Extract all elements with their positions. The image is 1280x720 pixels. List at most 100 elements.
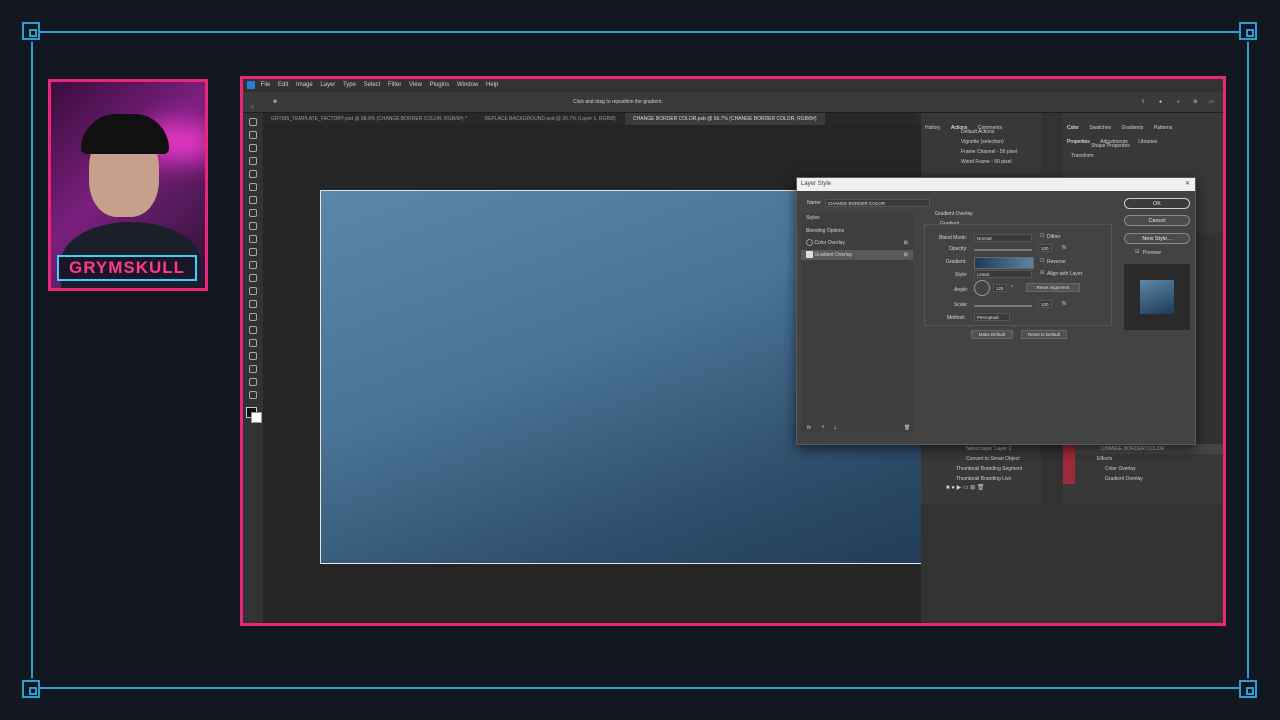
action-wood-frame[interactable]: Wood Frame - 50 pixel [921, 157, 1041, 167]
opacity-slider[interactable] [974, 249, 1032, 251]
frame-tool[interactable] [249, 183, 257, 191]
menu-filter[interactable]: Filter [388, 82, 401, 88]
new-style-button[interactable]: New Style... [1124, 233, 1190, 244]
blending-options[interactable]: Blending Options [801, 226, 913, 236]
tab-libraries[interactable]: Libraries [1138, 139, 1157, 145]
frame-corner-tl [22, 22, 40, 40]
style-color-overlay[interactable]: Color Overlay ⊞ [801, 238, 913, 248]
action-frame-channel[interactable]: Frame Channel - 50 pixel [921, 147, 1041, 157]
layer-row-change-border-color[interactable]: CHANGE BORDER COLOR [1063, 444, 1223, 454]
reset-alignment-button[interactable]: Reset Alignment [1026, 283, 1080, 292]
preview-checkbox[interactable]: ☑ [1135, 249, 1139, 255]
type-tool[interactable] [249, 326, 257, 334]
home-icon[interactable]: ⌂ [251, 97, 260, 110]
marquee-tool[interactable] [249, 131, 257, 139]
angle-field[interactable]: 125 [993, 284, 1007, 292]
align-checkbox[interactable]: ☑ [1040, 270, 1044, 276]
tab-history[interactable]: History [925, 125, 941, 131]
blend-mode-label: Blend Mode: [939, 235, 968, 241]
crop-tool[interactable] [249, 170, 257, 178]
checkbox-color-overlay[interactable] [806, 239, 813, 247]
tab-properties[interactable]: Properties [1067, 139, 1090, 145]
move-down-icon[interactable]: ⇣ [833, 425, 837, 431]
add-gradient-overlay-icon[interactable]: ⊞ [904, 250, 908, 260]
lasso-tool[interactable] [249, 144, 257, 152]
layer-effects[interactable]: Effects [1063, 454, 1223, 464]
style-gradient-overlay[interactable]: Gradient Overlay ⊞ [801, 250, 913, 260]
checkbox-gradient-overlay[interactable] [806, 251, 813, 259]
shape-tool[interactable] [249, 352, 257, 360]
notifications-icon[interactable]: ● [1159, 92, 1162, 112]
tab-template-factory[interactable]: GRYMS_TEMPLATE_FACTORY.psd @ 98.9% (CHAN… [263, 113, 475, 125]
style-label: Style: [955, 272, 968, 278]
angle-dial[interactable] [974, 280, 990, 296]
eraser-tool[interactable] [249, 261, 257, 269]
menu-image[interactable]: Image [296, 82, 313, 88]
more-tools[interactable] [249, 391, 257, 399]
zoom-tool[interactable] [249, 378, 257, 386]
tab-replace-background[interactable]: REPLACE BACKGROUND.psd @ 20.7% (Layer 1,… [476, 113, 623, 125]
cancel-button[interactable]: Cancel [1124, 215, 1190, 226]
path-select-tool[interactable] [249, 339, 257, 347]
menu-select[interactable]: Select [364, 82, 381, 88]
healing-tool[interactable] [249, 209, 257, 217]
color-swatches[interactable] [246, 407, 262, 423]
trash-icon[interactable]: 🗑 [904, 425, 910, 431]
reverse-checkbox[interactable]: ☐ [1040, 258, 1044, 264]
history-brush-tool[interactable] [249, 248, 257, 256]
scale-slider[interactable] [974, 305, 1032, 307]
scale-field[interactable]: 100 [1038, 300, 1052, 308]
reset-default-button[interactable]: Reset to Default [1021, 330, 1067, 339]
opacity-percent: % [1062, 245, 1067, 251]
workspace-icon[interactable]: ▭ [1209, 92, 1214, 112]
tools-panel [243, 113, 263, 623]
move-tool[interactable] [249, 118, 257, 126]
magic-wand-tool[interactable] [249, 157, 257, 165]
blend-mode-select[interactable]: Normal [974, 234, 1032, 242]
menu-help[interactable]: Help [486, 82, 498, 88]
style-select[interactable]: Linear [974, 270, 1032, 278]
method-select[interactable]: Perceptual [974, 313, 1010, 321]
gear-icon[interactable]: ⚙ [1193, 92, 1197, 112]
layer-effect-gradient-overlay[interactable]: Gradient Overlay [1063, 474, 1223, 484]
move-up-icon[interactable]: ⇡ [821, 425, 825, 431]
search-icon[interactable]: ⌕ [1177, 92, 1180, 112]
gradient-preview[interactable] [974, 257, 1034, 269]
frame-bottom-line [40, 687, 1240, 689]
menu-plugins[interactable]: Plugins [430, 82, 450, 88]
hand-tool[interactable] [249, 365, 257, 373]
share-icon[interactable]: ⇪ [1141, 92, 1145, 112]
brush-tool[interactable] [249, 222, 257, 230]
name-label: Name: [807, 200, 822, 206]
close-icon[interactable]: ✕ [1185, 178, 1190, 191]
styles-header[interactable]: Styles [801, 213, 913, 223]
opacity-field[interactable]: 100 [1038, 244, 1052, 252]
tab-change-border-color[interactable]: CHANGE BORDER COLOR.psb @ 66.7% (CHANGE … [625, 113, 825, 125]
eyedropper-tool[interactable] [249, 196, 257, 204]
action-branding-segment[interactable]: Thumbnail Branding Segment [921, 464, 1041, 474]
menu-file[interactable]: File [261, 82, 271, 88]
menu-layer[interactable]: Layer [320, 82, 335, 88]
menu-view[interactable]: View [409, 82, 422, 88]
blur-tool[interactable] [249, 287, 257, 295]
action-convert-smart-object[interactable]: Convert to Smart Object [921, 454, 1041, 464]
action-controls[interactable]: ■ ● ▶ ▭ ⊞ 🗑 [921, 484, 1041, 491]
action-vignette[interactable]: Vignette (selection) [921, 137, 1041, 147]
ok-button[interactable]: OK [1124, 198, 1190, 209]
pen-tool[interactable] [249, 313, 257, 321]
name-field[interactable]: CHANGE BORDER COLOR [825, 199, 930, 207]
action-branding-live[interactable]: Thumbnail Branding Live [921, 474, 1041, 484]
fx-icon[interactable]: fx [807, 425, 811, 431]
layer-effect-color-overlay[interactable]: Color Overlay [1063, 464, 1223, 474]
menu-type[interactable]: Type [343, 82, 356, 88]
dodge-tool[interactable] [249, 300, 257, 308]
action-select-layer[interactable]: Select layer 'Layer 1' [921, 444, 1041, 454]
make-default-button[interactable]: Make Default [971, 330, 1013, 339]
move-tool-icon[interactable]: ✥ [273, 92, 277, 112]
stamp-tool[interactable] [249, 235, 257, 243]
menu-window[interactable]: Window [457, 82, 478, 88]
add-color-overlay-icon[interactable]: ⊞ [904, 238, 908, 248]
menu-edit[interactable]: Edit [278, 82, 288, 88]
dither-checkbox[interactable]: ☐ [1040, 233, 1044, 239]
gradient-tool[interactable] [249, 274, 257, 282]
